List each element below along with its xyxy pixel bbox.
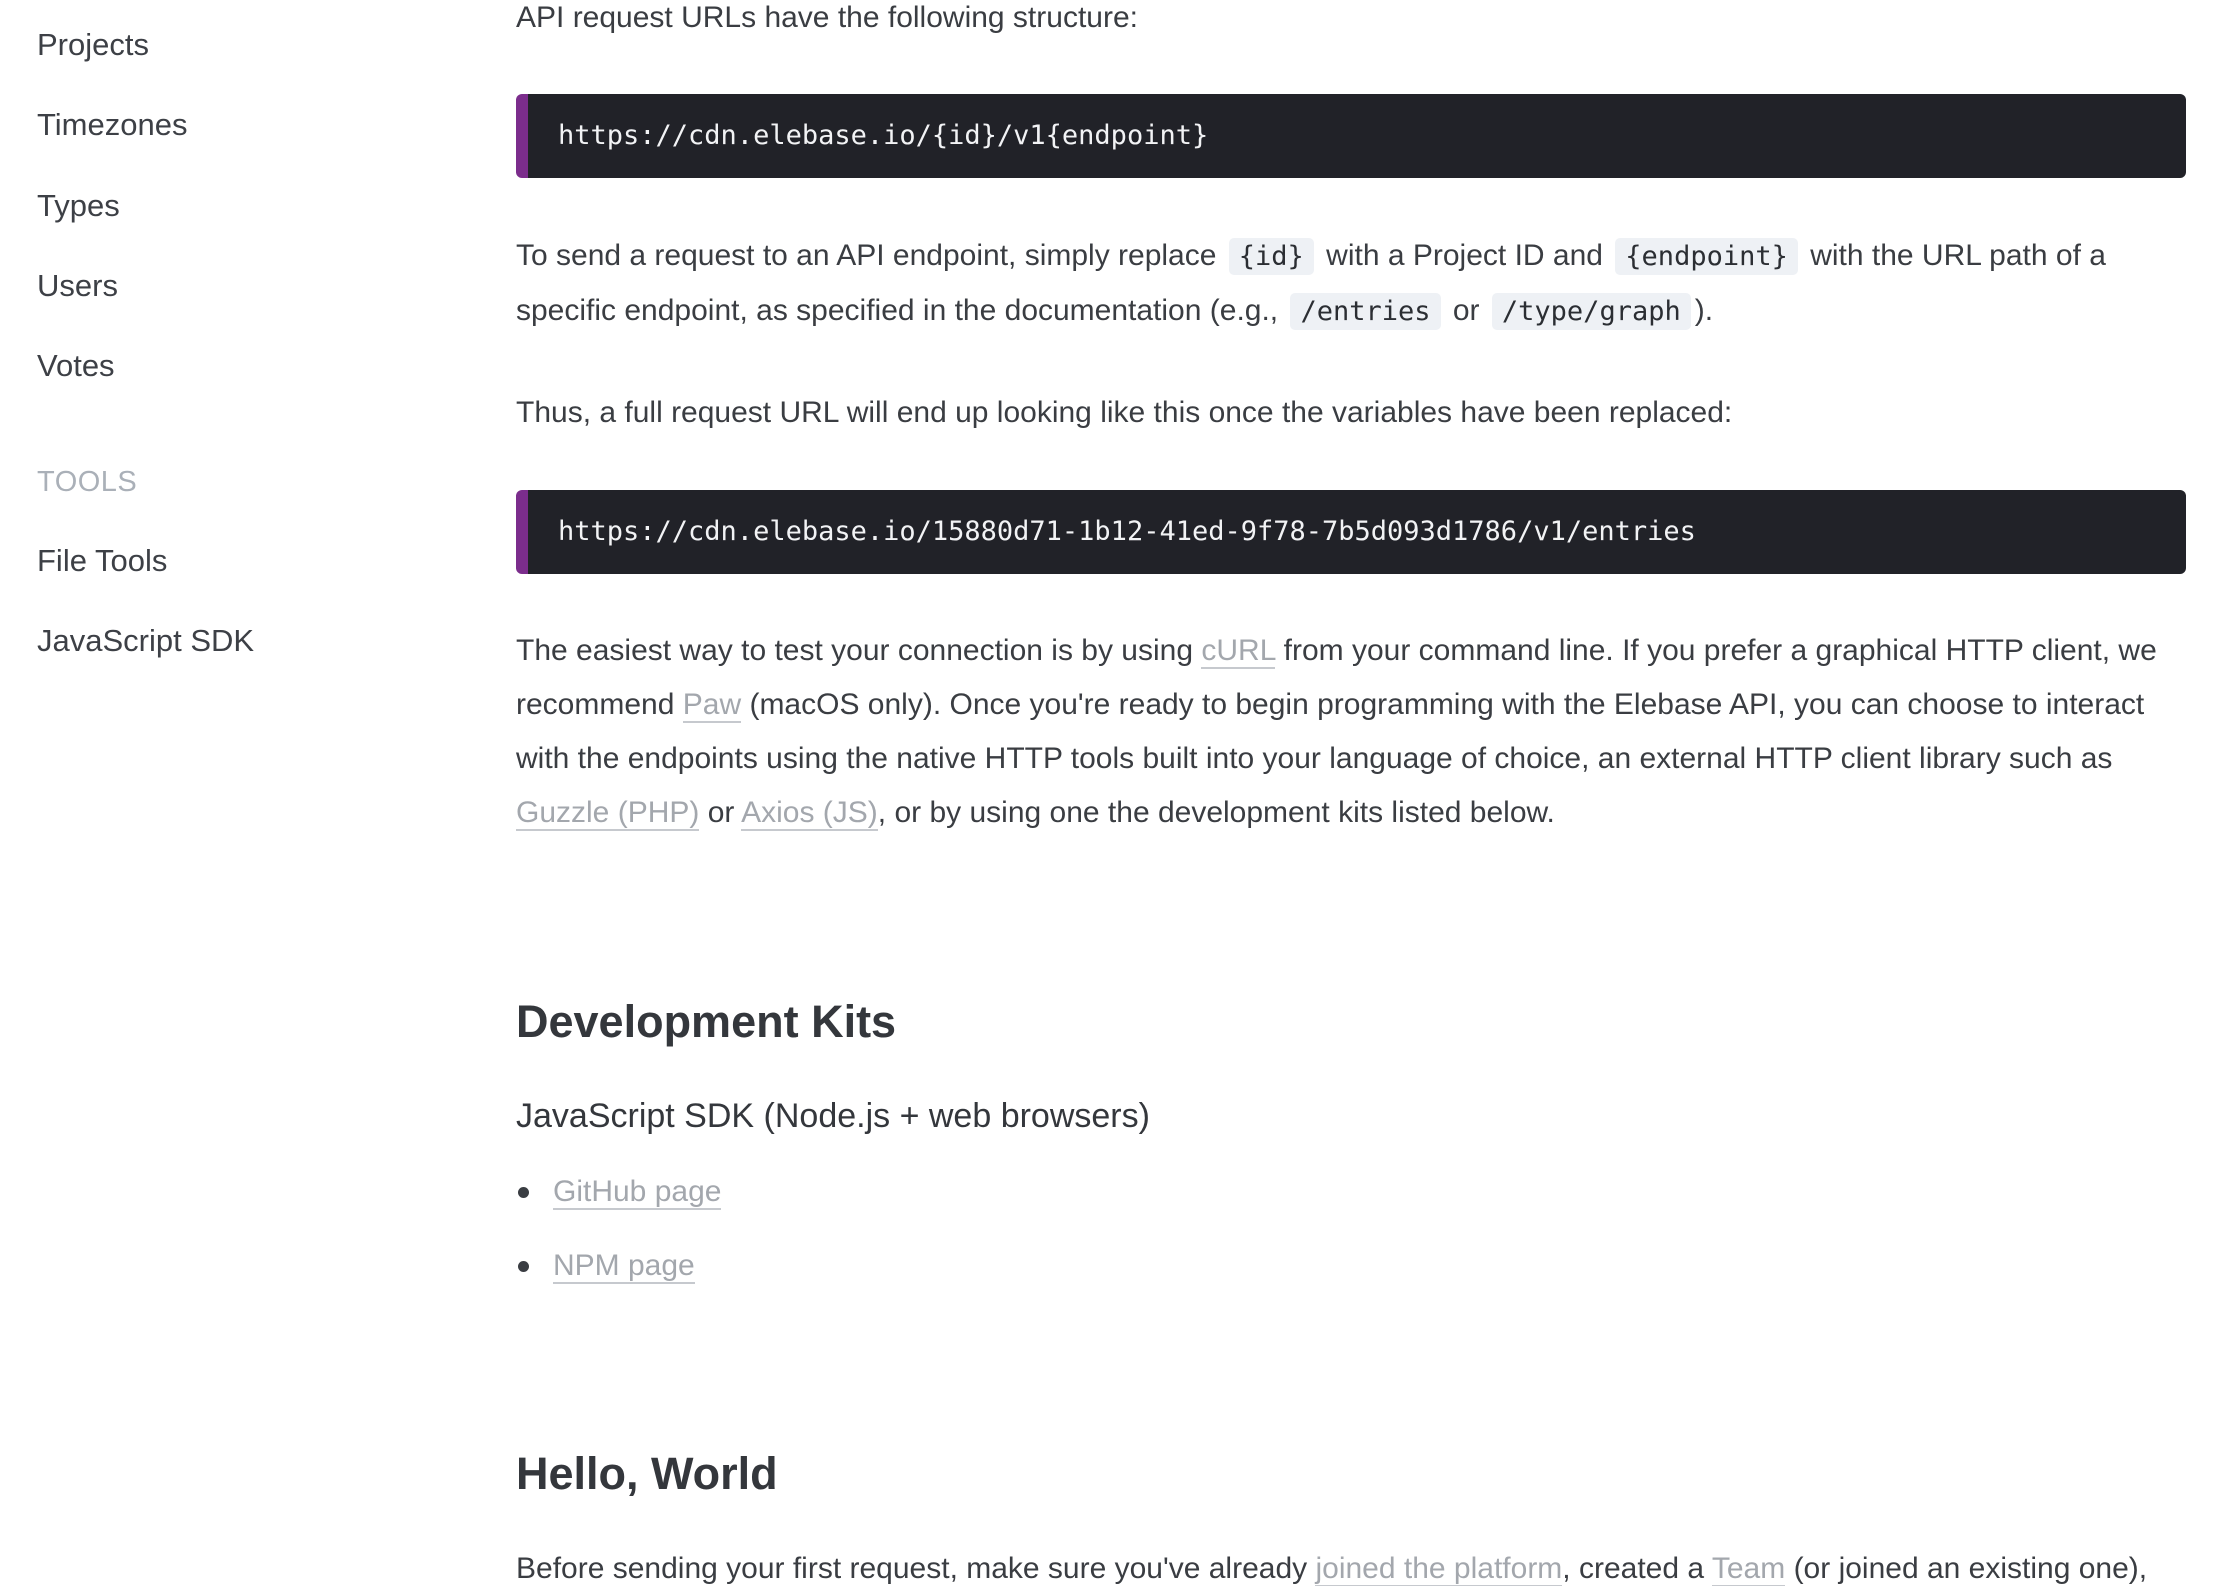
sidebar-item-types[interactable]: Types — [37, 186, 120, 226]
sidebar-item-votes[interactable]: Votes — [37, 346, 115, 386]
paragraph-text: To send a request to an API endpoint, si… — [516, 239, 1217, 272]
curl-link[interactable]: cURL — [1201, 634, 1276, 669]
development-kits-heading: Development Kits — [516, 996, 897, 1047]
inline-code-id: {id} — [1228, 238, 1314, 275]
url-structure-code: https://cdn.elebase.io/{id}/v1{endpoint} — [558, 120, 1209, 151]
url-structure-intro: API request URLs have the following stru… — [516, 1, 1138, 34]
main-content: API request URLs have the following stru… — [516, 0, 2188, 1586]
paragraph-text: The easiest way to test your connection … — [516, 634, 1194, 667]
full-url-code-block: https://cdn.elebase.io/15880d71-1b12-41e… — [516, 490, 2186, 574]
team-link[interactable]: Team — [1711, 1552, 1786, 1586]
sidebar-item-timezones[interactable]: Timezones — [37, 105, 187, 145]
joined-platform-link[interactable]: joined the platform — [1315, 1552, 1563, 1586]
github-page-link[interactable]: GitHub page — [553, 1175, 722, 1210]
paragraph-text: Before sending your first request, make … — [516, 1552, 1308, 1585]
paragraph-text: , or by using one the development kits l… — [877, 796, 1555, 829]
guzzle-link[interactable]: Guzzle (PHP) — [516, 796, 700, 831]
axios-link[interactable]: Axios (JS) — [741, 796, 878, 831]
paragraph-text: ). — [1694, 294, 1714, 327]
testing-paragraph: The easiest way to test your connection … — [516, 624, 2176, 840]
paragraph-text: , created a — [1562, 1552, 1705, 1585]
inline-code-entries: /entries — [1290, 293, 1441, 330]
hello-world-heading: Hello, World — [516, 1448, 778, 1499]
sidebar-item-javascript-sdk[interactable]: JavaScript SDK — [37, 621, 254, 661]
npm-page-link[interactable]: NPM page — [553, 1249, 695, 1284]
bullet-icon — [518, 1187, 529, 1198]
inline-code-endpoint: {endpoint} — [1615, 238, 1798, 275]
paragraph-text: or — [707, 796, 735, 829]
sidebar-nav: Projects Timezones Types Users Votes TOO… — [0, 0, 440, 1586]
list-item: NPM page — [516, 1240, 721, 1314]
paragraph-text: with a Project ID and — [1326, 239, 1603, 272]
dev-kit-links-list: GitHub page NPM page — [516, 1166, 722, 1314]
sidebar-item-users[interactable]: Users — [37, 266, 118, 306]
url-structure-code-block: https://cdn.elebase.io/{id}/v1{endpoint} — [516, 94, 2186, 178]
docs-page: Projects Timezones Types Users Votes TOO… — [0, 0, 2222, 1586]
replace-variables-paragraph: To send a request to an API endpoint, si… — [516, 229, 2176, 339]
full-url-code: https://cdn.elebase.io/15880d71-1b12-41e… — [558, 516, 1696, 547]
inline-code-type-graph: /type/graph — [1491, 293, 1691, 330]
sidebar-section-heading-tools: TOOLS — [37, 466, 138, 498]
list-item: GitHub page — [516, 1166, 722, 1240]
sidebar-item-projects[interactable]: Projects — [37, 25, 149, 65]
paragraph-text: (or joined an existing one), — [1793, 1552, 2148, 1585]
paw-link[interactable]: Paw — [682, 688, 742, 723]
full-url-intro: Thus, a full request URL will end up loo… — [516, 396, 1733, 429]
bullet-icon — [518, 1261, 529, 1272]
paragraph-text: (macOS only). Once you're ready to begin… — [516, 688, 2145, 775]
sidebar-item-file-tools[interactable]: File Tools — [37, 541, 167, 581]
paragraph-text: or — [1452, 294, 1480, 327]
hello-world-paragraph: Before sending your first request, make … — [516, 1542, 2176, 1586]
javascript-sdk-subheading: JavaScript SDK (Node.js + web browsers) — [516, 1097, 1150, 1135]
